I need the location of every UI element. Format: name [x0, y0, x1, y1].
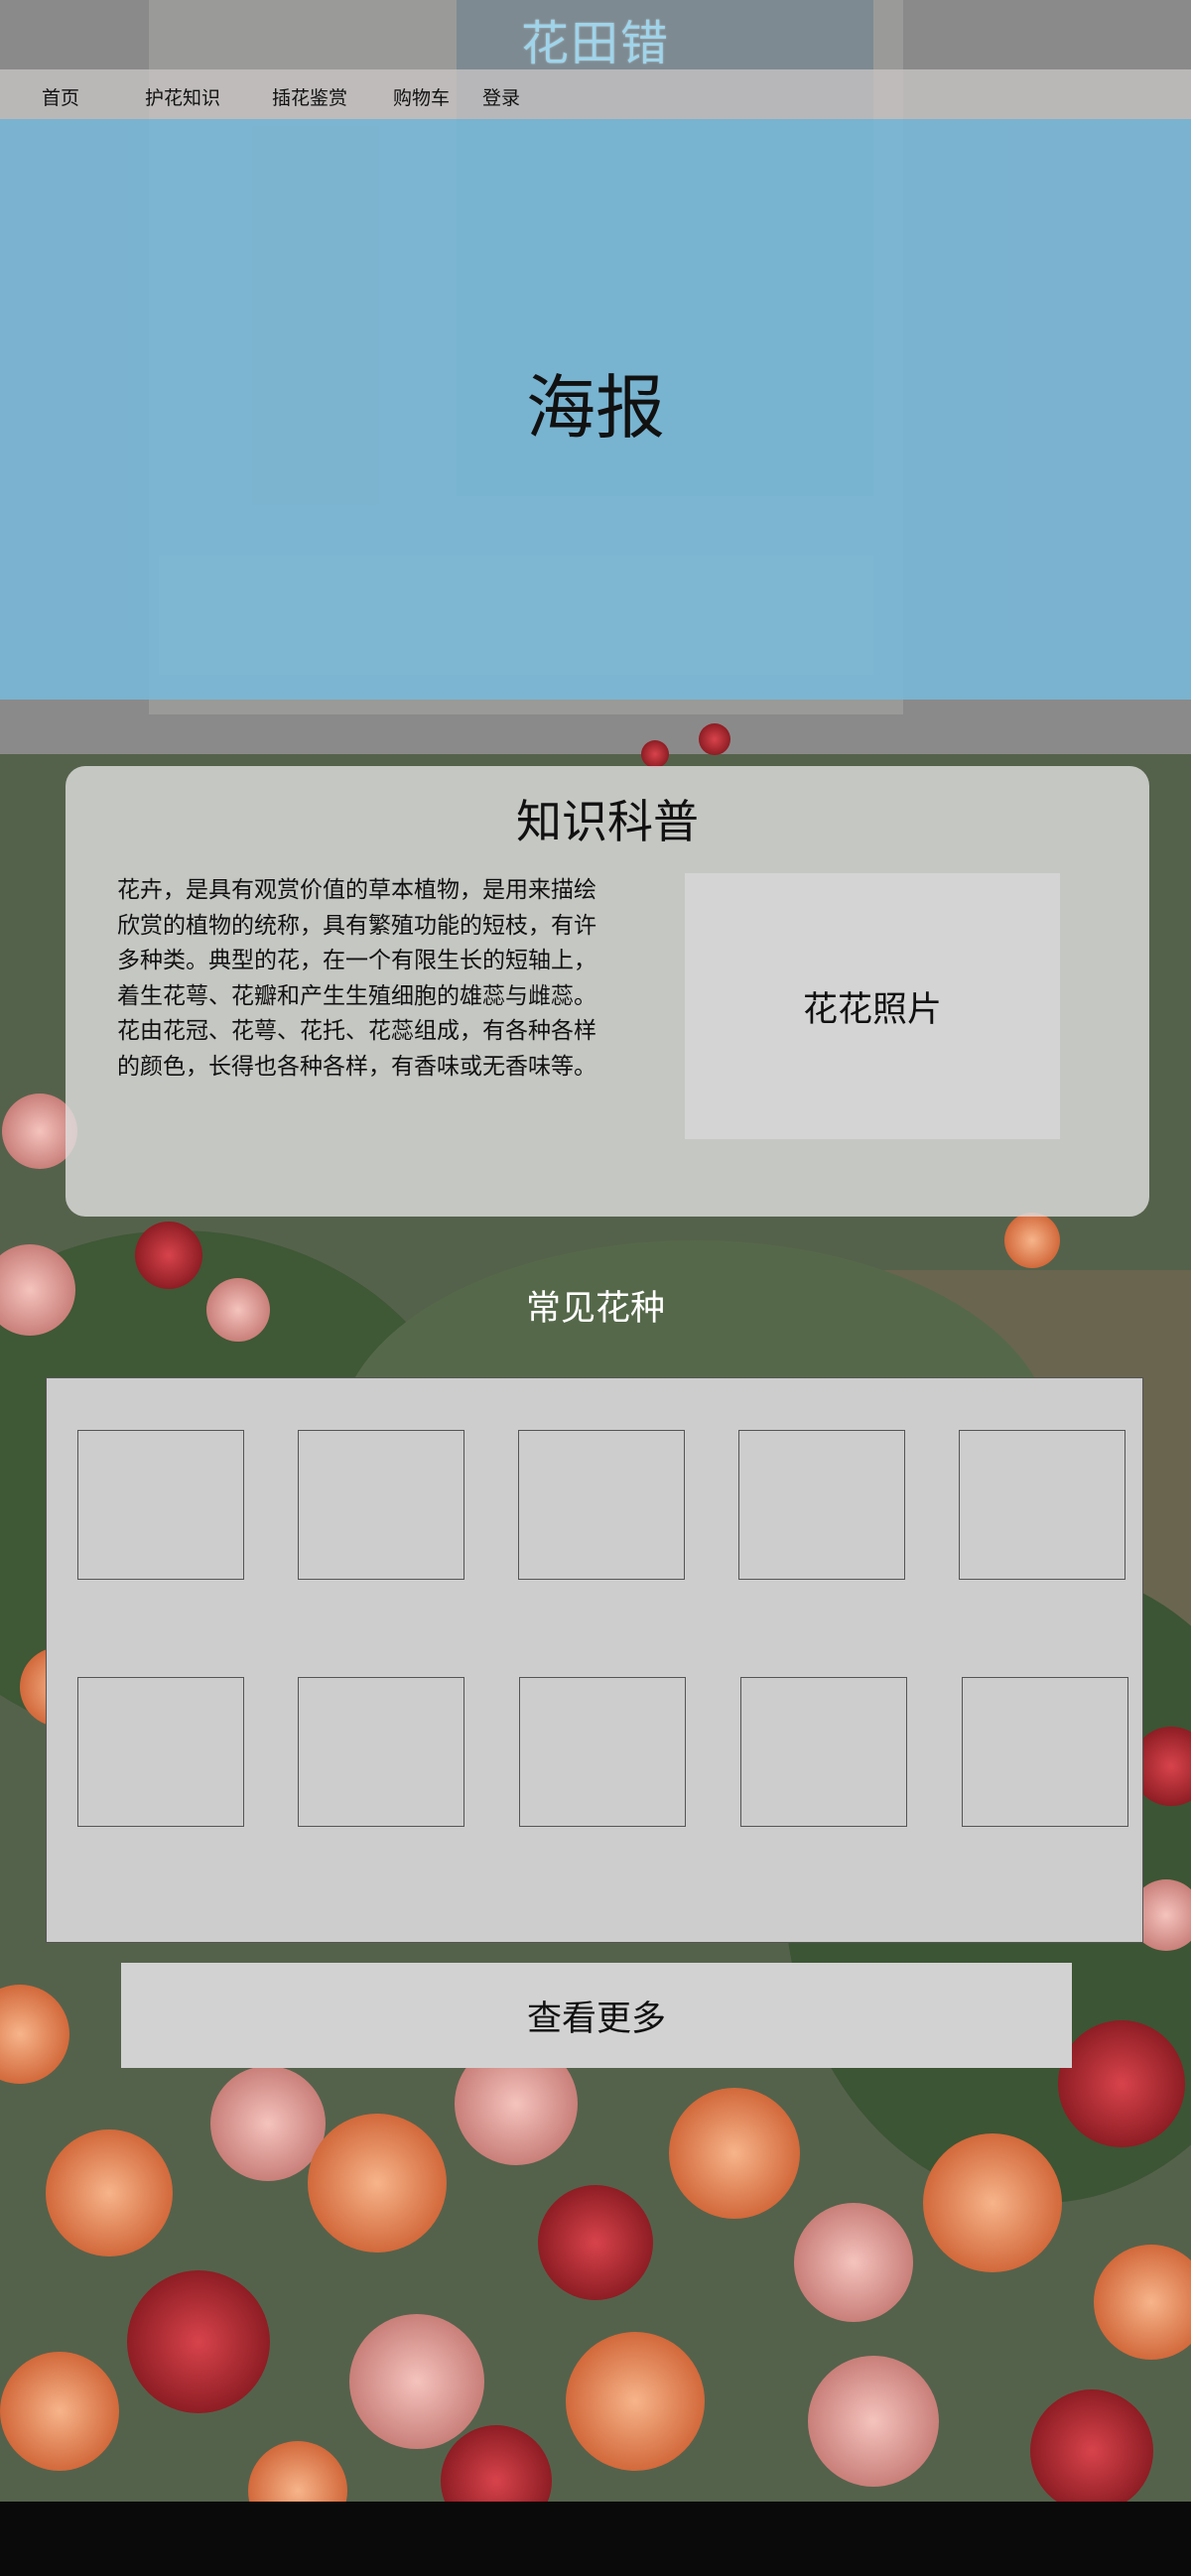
nav-item-login[interactable]: 登录 — [482, 83, 520, 110]
view-more-button[interactable]: 查看更多 — [121, 1963, 1072, 2068]
flower-tile[interactable] — [77, 1677, 244, 1827]
flower-tile[interactable] — [298, 1677, 464, 1827]
flower-tile[interactable] — [962, 1677, 1128, 1827]
site-title[interactable]: 花田错 — [0, 4, 1191, 73]
nav-item-home[interactable]: 首页 — [42, 83, 79, 110]
flower-tile[interactable] — [738, 1430, 905, 1580]
flower-grid — [46, 1377, 1143, 1943]
flower-photo-label: 花花照片 — [802, 989, 942, 1030]
flower-tile[interactable] — [77, 1430, 244, 1580]
flower-photo-placeholder: 花花照片 — [685, 873, 1060, 1139]
flower-tile[interactable] — [298, 1430, 464, 1580]
poster-banner[interactable]: 海报 — [0, 119, 1191, 700]
flower-tile[interactable] — [519, 1677, 686, 1827]
footer — [0, 2502, 1191, 2576]
poster-label: 海报 — [526, 367, 665, 449]
knowledge-card: 知识科普 花卉，是具有观赏价值的草本植物，是用来描绘欣赏的植物的统称，具有繁殖功… — [66, 766, 1149, 1217]
knowledge-text: 花卉，是具有观赏价值的草本植物，是用来描绘欣赏的植物的统称，具有繁殖功能的短枝，… — [117, 877, 596, 1080]
nav-bar: 首页 护花知识 插花鉴赏 购物车 登录 — [0, 69, 1191, 119]
knowledge-title: 知识科普 — [516, 795, 699, 848]
nav-item-flower-care[interactable]: 护花知识 — [145, 83, 220, 110]
nav-item-flower-arrangement[interactable]: 插花鉴赏 — [272, 83, 347, 110]
flower-tile[interactable] — [959, 1430, 1125, 1580]
flower-tile[interactable] — [740, 1677, 907, 1827]
flower-tile[interactable] — [518, 1430, 685, 1580]
common-flowers-title: 常见花种 — [525, 1289, 665, 1329]
nav-item-cart[interactable]: 购物车 — [393, 83, 450, 110]
